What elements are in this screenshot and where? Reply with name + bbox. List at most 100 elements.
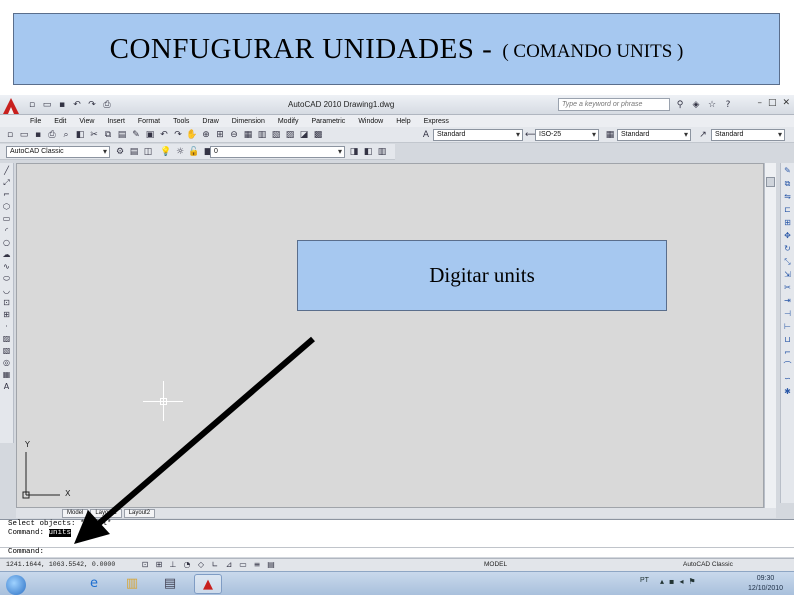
print-icon[interactable]: ⎙ bbox=[101, 99, 113, 111]
match-properties-icon[interactable]: ✎ bbox=[130, 129, 142, 141]
scrollbar-thumb[interactable] bbox=[766, 177, 775, 187]
break-icon[interactable]: ⊢ bbox=[783, 322, 793, 332]
undo-tb-icon[interactable]: ↶ bbox=[158, 129, 170, 141]
autocad-icon[interactable]: ▲ bbox=[194, 574, 222, 594]
properties-icon[interactable]: ▦ bbox=[242, 129, 254, 141]
join-icon[interactable]: ⊔ bbox=[783, 335, 793, 345]
menu-tools[interactable]: Tools bbox=[173, 118, 189, 125]
hatch-icon[interactable]: ▨ bbox=[2, 334, 12, 344]
language-indicator[interactable]: PT bbox=[640, 577, 649, 584]
menu-express[interactable]: Express bbox=[424, 118, 449, 125]
extend-icon[interactable]: ⇥ bbox=[783, 296, 793, 306]
markup-icon[interactable]: ◪ bbox=[298, 129, 310, 141]
spline-icon[interactable]: ∿ bbox=[2, 262, 12, 272]
ellipse-icon[interactable]: ⬭ bbox=[2, 274, 12, 284]
cut-icon[interactable]: ✂ bbox=[88, 129, 100, 141]
array-icon[interactable]: ⊞ bbox=[783, 218, 793, 228]
menu-draw[interactable]: Draw bbox=[202, 118, 218, 125]
workspace-dropdown[interactable]: AutoCAD Classic bbox=[6, 146, 110, 158]
command-input[interactable]: Command: bbox=[0, 547, 794, 557]
ortho-icon[interactable]: ⊥ bbox=[168, 560, 178, 570]
lightbulb-icon[interactable]: 💡 bbox=[160, 146, 172, 158]
stretch-icon[interactable]: ⇲ bbox=[783, 270, 793, 280]
redo-icon[interactable]: ↷ bbox=[86, 99, 98, 111]
rotate-icon[interactable]: ↻ bbox=[783, 244, 793, 254]
favorites-star-icon[interactable]: ☆ bbox=[706, 99, 718, 111]
ducs-icon[interactable]: ⊿ bbox=[224, 560, 234, 570]
new-icon[interactable]: ▫ bbox=[26, 99, 38, 111]
flag-icon[interactable]: ⚑ bbox=[688, 577, 695, 586]
scale-icon[interactable]: ⤡ bbox=[783, 257, 793, 267]
system-clock[interactable]: 09:30 12/10/2010 bbox=[748, 574, 783, 594]
undo-icon[interactable]: ↶ bbox=[71, 99, 83, 111]
mirror-icon[interactable]: ⇋ bbox=[783, 192, 793, 202]
tool-palettes-icon[interactable]: ▧ bbox=[270, 129, 282, 141]
dim-style-dropdown[interactable]: ISO-25 bbox=[535, 129, 599, 141]
line-icon[interactable]: ╱ bbox=[2, 166, 12, 176]
sheet-set-icon[interactable]: ▨ bbox=[284, 129, 296, 141]
trim-icon[interactable]: ✂ bbox=[783, 283, 793, 293]
text-style-dropdown[interactable]: Standard bbox=[433, 129, 523, 141]
menu-window[interactable]: Window bbox=[358, 118, 383, 125]
copy-object-icon[interactable]: ⧉ bbox=[783, 179, 793, 189]
windows-start-icon[interactable] bbox=[6, 575, 26, 595]
maximize-icon[interactable]: □ bbox=[768, 98, 777, 108]
otrack-icon[interactable]: ∟ bbox=[210, 560, 220, 570]
documents-icon[interactable]: ▤ bbox=[156, 574, 184, 594]
multiline-text-icon[interactable]: A bbox=[2, 382, 12, 392]
pan-icon[interactable]: ✋ bbox=[186, 129, 198, 141]
table-icon[interactable]: ▦ bbox=[2, 370, 12, 380]
ie-icon[interactable]: e bbox=[80, 574, 108, 594]
menu-view[interactable]: View bbox=[79, 118, 94, 125]
layer-properties-icon[interactable]: ▤ bbox=[128, 146, 140, 158]
region-icon[interactable]: ◎ bbox=[2, 358, 12, 368]
menu-insert[interactable]: Insert bbox=[107, 118, 125, 125]
block-editor-icon[interactable]: ▣ bbox=[144, 129, 156, 141]
zoom-window-icon[interactable]: ⊞ bbox=[214, 129, 226, 141]
explode-icon[interactable]: ✱ bbox=[783, 387, 793, 397]
circle-icon[interactable]: ○ bbox=[2, 238, 12, 248]
polar-icon[interactable]: ◔ bbox=[182, 560, 192, 570]
save-file-icon[interactable]: ▪ bbox=[32, 129, 44, 141]
qnew-icon[interactable]: ▫ bbox=[4, 129, 16, 141]
sun-icon[interactable]: ☼ bbox=[174, 146, 186, 158]
zoom-previous-icon[interactable]: ⊖ bbox=[228, 129, 240, 141]
copy-icon[interactable]: ⧉ bbox=[102, 129, 114, 141]
plot-icon[interactable]: ⎙ bbox=[46, 129, 58, 141]
make-object-layer-current-icon[interactable]: ◨ bbox=[348, 146, 360, 158]
explorer-icon[interactable]: ▥ bbox=[118, 574, 146, 594]
volume-icon[interactable]: ◂ bbox=[679, 577, 683, 586]
design-center-icon[interactable]: ▥ bbox=[256, 129, 268, 141]
revision-cloud-icon[interactable]: ☁ bbox=[2, 250, 12, 260]
help-icon[interactable]: ? bbox=[722, 99, 734, 111]
minimize-icon[interactable]: – bbox=[757, 98, 762, 108]
publish-icon[interactable]: ◧ bbox=[74, 129, 86, 141]
arc-icon[interactable]: ◜ bbox=[2, 226, 12, 236]
menu-dimension[interactable]: Dimension bbox=[232, 118, 265, 125]
polygon-icon[interactable]: ⬡ bbox=[2, 202, 12, 212]
plot-preview-icon[interactable]: ⌕ bbox=[60, 129, 72, 141]
dyn-icon[interactable]: ▭ bbox=[238, 560, 248, 570]
layer-dropdown[interactable]: 0 bbox=[210, 146, 345, 158]
grid-icon[interactable]: ⊞ bbox=[154, 560, 164, 570]
osnap-icon[interactable]: ◇ bbox=[196, 560, 206, 570]
lock-icon[interactable]: 🔓 bbox=[188, 146, 200, 158]
redo-tb-icon[interactable]: ↷ bbox=[172, 129, 184, 141]
polyline-icon[interactable]: ⌐ bbox=[2, 190, 12, 200]
open-file-icon[interactable]: ▭ bbox=[18, 129, 30, 141]
menu-file[interactable]: File bbox=[30, 118, 41, 125]
construction-line-icon[interactable]: ⤢ bbox=[2, 178, 12, 188]
drawing-area[interactable] bbox=[16, 163, 764, 508]
break-at-point-icon[interactable]: ⊣ bbox=[783, 309, 793, 319]
move-icon[interactable]: ✥ bbox=[783, 231, 793, 241]
close-icon[interactable]: ✕ bbox=[782, 98, 790, 108]
point-icon[interactable]: · bbox=[2, 322, 12, 332]
tray-arrow-icon[interactable]: ▴ bbox=[660, 577, 664, 586]
save-icon[interactable]: ▪ bbox=[56, 99, 68, 111]
binoculars-icon[interactable]: ⚲ bbox=[674, 99, 686, 111]
ellipse-arc-icon[interactable]: ◡ bbox=[2, 286, 12, 296]
tab-model[interactable]: Model bbox=[62, 508, 89, 518]
snap-icon[interactable]: ⊡ bbox=[140, 560, 150, 570]
offset-icon[interactable]: ⊏ bbox=[783, 205, 793, 215]
paste-icon[interactable]: ▤ bbox=[116, 129, 128, 141]
